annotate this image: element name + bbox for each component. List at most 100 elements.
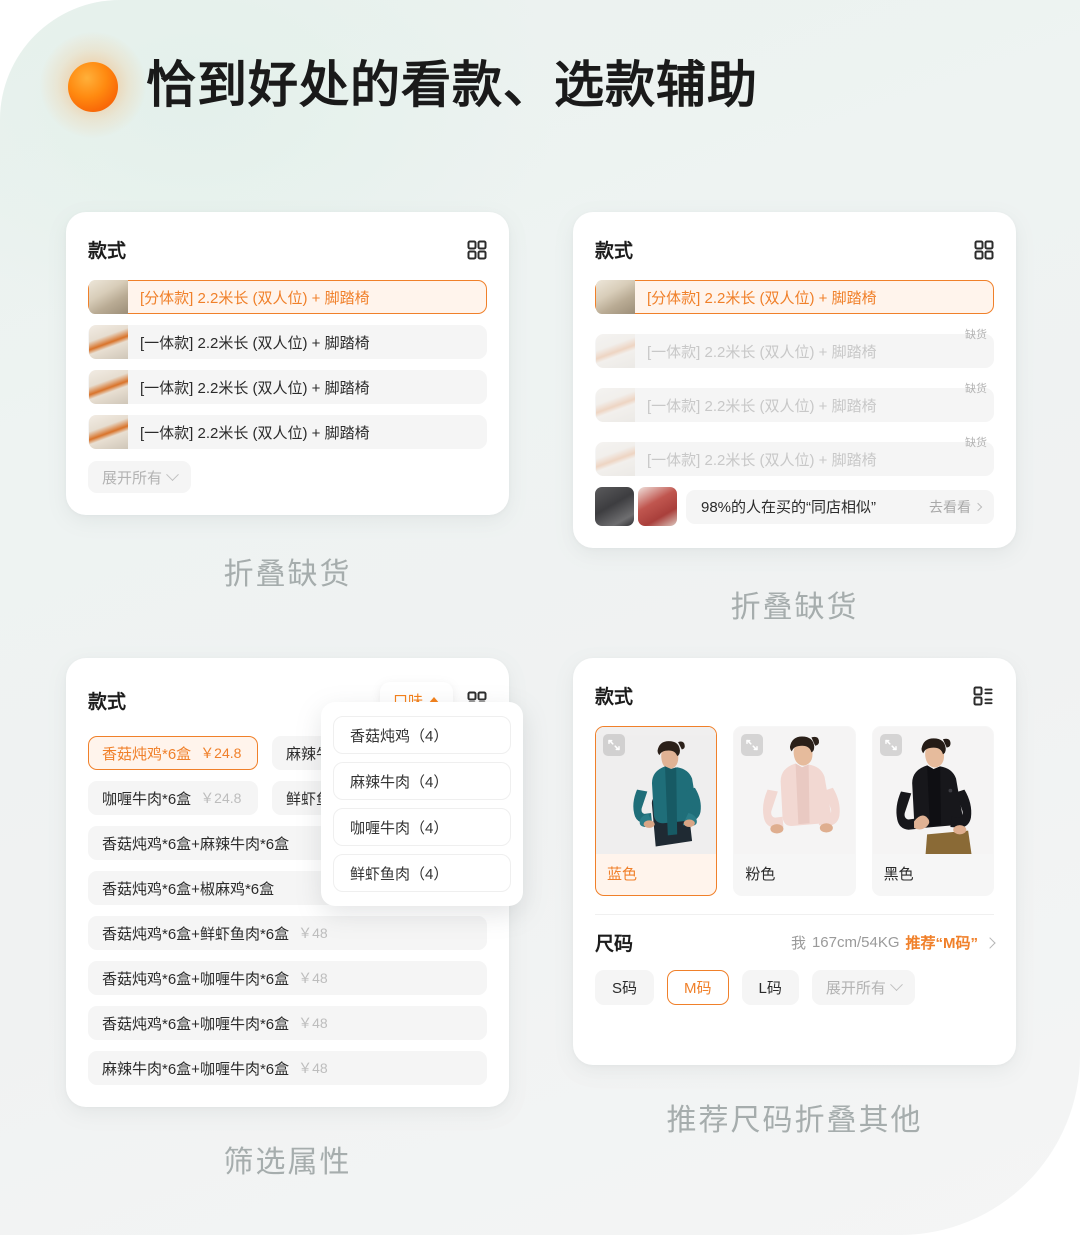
color-option-card[interactable]: 粉色 bbox=[733, 726, 856, 896]
similar-action[interactable]: 去看看 bbox=[929, 497, 983, 517]
option-thumbnail bbox=[596, 442, 635, 476]
flavor-chip[interactable]: 咖喱牛肉*6盒 ￥24.8 bbox=[88, 781, 258, 815]
cell-fold-oos-left: 款式 [分体款] 2.2米长 (双人位) + 脚踏椅 [一体款] 2.2米长 (… bbox=[66, 212, 509, 626]
card-caption: 折叠缺货 bbox=[223, 558, 352, 591]
expand-image-icon[interactable] bbox=[603, 734, 625, 756]
dropdown-item[interactable]: 咖喱牛肉（4） bbox=[333, 808, 511, 846]
option-thumbnail bbox=[596, 280, 635, 314]
card-header: 款式 bbox=[595, 682, 994, 709]
card-caption: 推荐尺码折叠其他 bbox=[666, 1104, 923, 1137]
card-header-actions bbox=[973, 686, 994, 706]
expand-all-label: 展开所有 bbox=[102, 469, 163, 487]
option-row[interactable]: [分体款] 2.2米长 (双人位) + 脚踏椅 bbox=[88, 280, 487, 314]
color-name: 粉色 bbox=[745, 866, 776, 883]
expand-all-sizes-button[interactable]: 展开所有 bbox=[811, 970, 915, 1005]
flavor-chip-label: 麻辣牛肉*6盒+咖喱牛肉*6盒 bbox=[102, 1060, 290, 1078]
option-label: [一体款] 2.2米长 (双人位) + 脚踏椅 bbox=[140, 334, 370, 352]
option-label: [一体款] 2.2米长 (双人位) + 脚踏椅 bbox=[140, 379, 370, 397]
card-recommend-size: 款式 蓝色 粉色 黑色 尺码 我 167cm/54KG 推荐“M码” S码 M码… bbox=[573, 658, 1016, 1065]
flavor-chip[interactable]: 麻辣牛肉*6盒+咖喱牛肉*6盒 ￥48 bbox=[88, 1051, 487, 1085]
similar-store-row[interactable]: 98%的人在买的“同店相似” 去看看 bbox=[595, 487, 994, 526]
flavor-chip[interactable]: 香菇炖鸡*6盒 ￥24.8 bbox=[88, 736, 258, 770]
expand-image-icon[interactable] bbox=[741, 734, 764, 756]
card-caption: 折叠缺货 bbox=[730, 591, 859, 624]
color-option-card[interactable]: 蓝色 bbox=[595, 726, 718, 896]
option-label: [一体款] 2.2米长 (双人位) + 脚踏椅 bbox=[647, 397, 877, 415]
flavor-chip-label: 香菇炖鸡*6盒+椒麻鸡*6盒 bbox=[102, 880, 275, 898]
flavor-dropdown-menu[interactable]: 香菇炖鸡（4） 麻辣牛肉（4） 咖喱牛肉（4） 鲜虾鱼肉（4） bbox=[321, 702, 523, 906]
orange-orb-icon bbox=[40, 32, 146, 138]
page-root: 恰到好处的看款、选款辅助 款式 [分体款] 2.2米长 (双人位) + 脚踏椅 … bbox=[0, 0, 1080, 1235]
flavor-chip[interactable]: 香菇炖鸡*6盒+咖喱牛肉*6盒 ￥48 bbox=[88, 1006, 487, 1040]
option-row-out-of-stock[interactable]: [一体款] 2.2米长 (双人位) + 脚踏椅 缺货 bbox=[595, 383, 994, 422]
size-section-header: 尺码 我 167cm/54KG 推荐“M码” bbox=[595, 929, 996, 956]
similar-bar[interactable]: 98%的人在买的“同店相似” 去看看 bbox=[686, 489, 994, 524]
size-recommendation[interactable]: 我 167cm/54KG 推荐“M码” bbox=[790, 932, 996, 953]
dropdown-item[interactable]: 麻辣牛肉（4） bbox=[333, 762, 511, 800]
flavor-chip-label: 香菇炖鸡*6盒+咖喱牛肉*6盒 bbox=[102, 1015, 290, 1033]
flavor-chip[interactable]: 香菇炖鸡*6盒+咖喱牛肉*6盒 ￥48 bbox=[88, 961, 487, 995]
color-name: 蓝色 bbox=[607, 866, 638, 883]
color-image bbox=[596, 727, 717, 854]
card-fold-oos-left: 款式 [分体款] 2.2米长 (双人位) + 脚踏椅 [一体款] 2.2米长 (… bbox=[66, 212, 509, 515]
cell-recommend-size: 款式 蓝色 粉色 黑色 尺码 我 167cm/54KG 推荐“M码” S码 M码… bbox=[573, 658, 1016, 1181]
option-label: [分体款] 2.2米长 (双人位) + 脚踏椅 bbox=[140, 289, 370, 307]
list-icon[interactable] bbox=[973, 686, 994, 706]
option-row[interactable]: [一体款] 2.2米长 (双人位) + 脚踏椅 bbox=[88, 325, 487, 359]
card-title: 款式 bbox=[88, 692, 127, 713]
expand-image-icon[interactable] bbox=[879, 734, 902, 756]
option-thumbnail bbox=[89, 370, 128, 404]
option-thumbnail bbox=[89, 415, 128, 449]
size-chip[interactable]: L码 bbox=[741, 970, 799, 1005]
similar-thumbnail bbox=[638, 487, 677, 526]
card-caption: 筛选属性 bbox=[223, 1146, 352, 1179]
flavor-chip-price: ￥48 bbox=[298, 925, 328, 941]
color-name: 黑色 bbox=[883, 866, 914, 883]
flavor-chip[interactable]: 香菇炖鸡*6盒+鲜虾鱼肉*6盒 ￥48 bbox=[88, 916, 487, 950]
option-row-out-of-stock[interactable]: [一体款] 2.2米长 (双人位) + 脚踏椅 缺货 bbox=[595, 437, 994, 476]
card-title: 款式 bbox=[595, 687, 634, 708]
divider bbox=[595, 914, 994, 915]
similar-thumbnail bbox=[595, 487, 634, 526]
option-row-out-of-stock[interactable]: [一体款] 2.2米长 (双人位) + 脚踏椅 缺货 bbox=[595, 329, 994, 368]
option-label: [一体款] 2.2米长 (双人位) + 脚踏椅 bbox=[647, 343, 877, 361]
card-title: 款式 bbox=[595, 241, 634, 262]
card-filter-attributes: 款式 口味 bbox=[66, 658, 523, 1107]
cell-fold-oos-right: 款式 [分体款] 2.2米长 (双人位) + 脚踏椅 [一体款] 2.2米长 (… bbox=[573, 212, 1016, 626]
option-row[interactable]: [一体款] 2.2米长 (双人位) + 脚踏椅 bbox=[88, 415, 487, 449]
flavor-chip-price: ￥48 bbox=[298, 1015, 328, 1031]
flavor-chip-price: ￥48 bbox=[298, 970, 328, 986]
flavor-chip-label: 香菇炖鸡*6盒+麻辣牛肉*6盒 bbox=[102, 835, 290, 853]
flavor-chip-label: 香菇炖鸡*6盒+鲜虾鱼肉*6盒 bbox=[102, 925, 290, 943]
option-label: [一体款] 2.2米长 (双人位) + 脚踏椅 bbox=[140, 424, 370, 442]
size-chip[interactable]: S码 bbox=[595, 970, 655, 1005]
size-chip-selected[interactable]: M码 bbox=[667, 970, 729, 1005]
flavor-chip-label: 香菇炖鸡*6盒 bbox=[102, 745, 192, 763]
cell-filter-attributes: 款式 口味 bbox=[66, 658, 523, 1181]
card-header: 款式 bbox=[88, 236, 487, 263]
card-header-actions bbox=[467, 240, 487, 260]
size-title: 尺码 bbox=[595, 934, 634, 955]
dropdown-item[interactable]: 香菇炖鸡（4） bbox=[333, 716, 511, 754]
chevron-right-icon bbox=[973, 502, 983, 511]
chevron-right-icon bbox=[984, 936, 996, 949]
size-me-label: 我 bbox=[790, 935, 806, 952]
option-row[interactable]: [分体款] 2.2米长 (双人位) + 脚踏椅 bbox=[595, 280, 994, 314]
expand-all-button[interactable]: 展开所有 bbox=[88, 461, 192, 493]
out-of-stock-badge: 缺货 bbox=[965, 437, 987, 449]
card-title: 款式 bbox=[88, 241, 127, 262]
page-title: 恰到好处的看款、选款辅助 bbox=[146, 57, 758, 113]
out-of-stock-badge: 缺货 bbox=[965, 329, 987, 341]
option-thumbnail bbox=[596, 334, 635, 368]
similar-action-label: 去看看 bbox=[929, 498, 971, 515]
color-option-card[interactable]: 黑色 bbox=[871, 726, 994, 896]
out-of-stock-badge: 缺货 bbox=[965, 383, 987, 395]
grid-icon[interactable] bbox=[974, 240, 994, 260]
orb-circle bbox=[68, 62, 118, 112]
dropdown-item[interactable]: 鲜虾鱼肉（4） bbox=[333, 854, 511, 892]
card-header: 款式 bbox=[595, 236, 994, 263]
option-row[interactable]: [一体款] 2.2米长 (双人位) + 脚踏椅 bbox=[88, 370, 487, 404]
grid-icon[interactable] bbox=[467, 240, 487, 260]
flavor-chip-label: 香菇炖鸡*6盒+咖喱牛肉*6盒 bbox=[102, 970, 290, 988]
option-thumbnail bbox=[596, 388, 635, 422]
